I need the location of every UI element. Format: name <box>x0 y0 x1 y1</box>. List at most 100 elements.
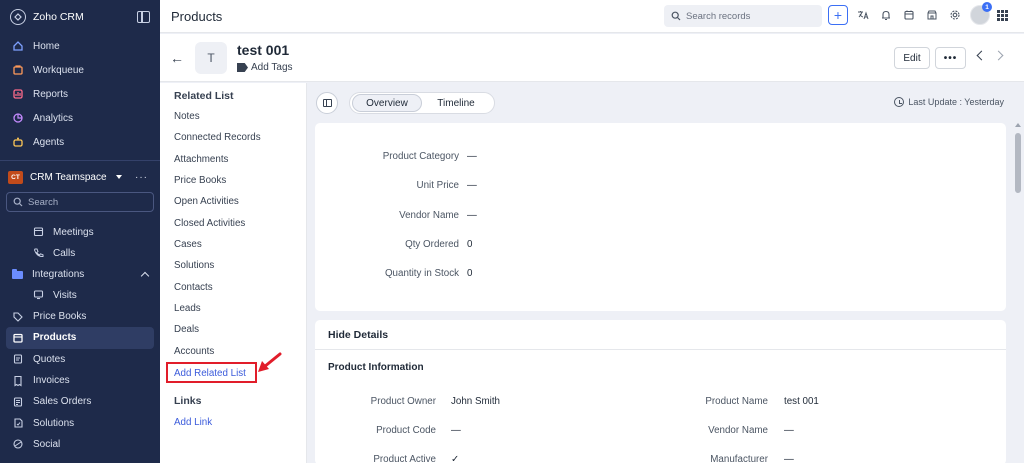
scroll-up-icon[interactable] <box>1015 123 1021 127</box>
back-arrow-icon[interactable]: ← <box>170 50 184 66</box>
field-value[interactable]: John Smith <box>451 396 500 407</box>
related-item-attachments[interactable]: Attachments <box>174 154 228 165</box>
field-value[interactable]: — <box>467 210 477 221</box>
record-title: test 001 <box>237 42 290 58</box>
search-placeholder: Search records <box>686 10 751 22</box>
related-item-accounts[interactable]: Accounts <box>174 346 214 357</box>
sidebar-item-price-books[interactable]: Price Books <box>0 306 160 327</box>
nav-analytics[interactable]: Analytics <box>0 106 160 130</box>
related-item-price-books[interactable]: Price Books <box>174 175 226 186</box>
field-label: Product Code <box>376 425 436 436</box>
nav-label: Reports <box>33 88 69 100</box>
field-label: Vendor Name <box>708 425 768 436</box>
nav-workqueue[interactable]: Workqueue <box>0 58 160 82</box>
sidebar-item-calls[interactable]: Calls <box>0 243 160 264</box>
teamspace-more-button[interactable]: ··· <box>135 172 148 183</box>
add-link-link[interactable]: Add Link <box>174 417 212 428</box>
calendar-icon[interactable] <box>901 7 917 23</box>
field-value[interactable]: — <box>467 180 477 191</box>
agents-icon <box>12 136 24 148</box>
clock-icon <box>894 97 905 107</box>
scrollbar-thumb[interactable] <box>1015 133 1021 193</box>
related-item-notes[interactable]: Notes <box>174 111 200 122</box>
sidebar-item-invoices[interactable]: Invoices <box>0 370 160 391</box>
last-update: Last Update : Yesterday <box>894 97 1004 107</box>
sidebar-item-social[interactable]: Social <box>0 434 160 455</box>
phone-icon <box>33 247 44 261</box>
highlight-box <box>166 362 257 383</box>
field-value[interactable]: — <box>784 454 794 463</box>
top-header: Products Search records + 1 <box>160 0 1024 33</box>
add-tags-button[interactable]: Add Tags <box>237 62 293 73</box>
field-value[interactable]: ✓ <box>451 454 459 463</box>
field-value[interactable]: — <box>784 425 794 436</box>
nav-home[interactable]: Home <box>0 34 160 58</box>
related-item-cases[interactable]: Cases <box>174 239 202 250</box>
tab-bar: Overview Timeline Last Update : Yesterda… <box>308 83 1024 121</box>
teamspace-name: CRM Teamspace <box>30 171 107 183</box>
related-item-contacts[interactable]: Contacts <box>174 282 213 293</box>
related-item-closed-activities[interactable]: Closed Activities <box>174 218 245 229</box>
tabs: Overview Timeline <box>349 92 495 114</box>
apps-grid-icon[interactable] <box>997 9 1008 21</box>
divider <box>315 349 1006 350</box>
collapse-sidebar-icon[interactable] <box>137 10 150 23</box>
sidebar-item-label: Products <box>33 332 77 344</box>
field-label: Qty Ordered <box>405 239 459 250</box>
related-item-solutions[interactable]: Solutions <box>174 260 214 271</box>
record-avatar: T <box>195 42 227 74</box>
related-list-panel: Related List Notes Connected Records Att… <box>160 83 307 463</box>
sidebar-item-products[interactable]: Products <box>6 327 154 349</box>
search-records-input[interactable]: Search records <box>664 5 822 27</box>
nav-reports[interactable]: Reports <box>0 82 160 106</box>
nav-agents[interactable]: Agents <box>0 130 160 154</box>
create-button[interactable]: + <box>828 5 848 25</box>
sidebar-item-solutions[interactable]: Solutions <box>0 412 160 433</box>
chevron-up-icon[interactable] <box>140 271 150 281</box>
brand[interactable]: Zoho CRM <box>0 0 160 33</box>
brand-name: Zoho CRM <box>33 10 84 23</box>
field-value[interactable]: — <box>467 151 477 162</box>
solutions-icon <box>12 417 24 429</box>
tab-overview[interactable]: Overview <box>352 94 422 112</box>
sidebar-item-sales-orders[interactable]: Sales Orders <box>0 391 160 412</box>
gear-icon[interactable] <box>947 7 963 23</box>
sidebar-item-visits[interactable]: Visits <box>0 285 160 306</box>
related-item-connected-records[interactable]: Connected Records <box>174 132 261 143</box>
sidebar-group-integrations[interactable]: Integrations <box>0 264 160 285</box>
sidebar-item-label: Solutions <box>33 417 75 429</box>
scrollbar[interactable] <box>1014 121 1022 463</box>
sidebar-search-input[interactable]: Search <box>6 192 154 212</box>
teamspace-switcher[interactable]: CT CRM Teamspace ··· <box>0 165 160 189</box>
toggle-related-panel-button[interactable] <box>316 92 338 114</box>
more-actions-button[interactable]: ••• <box>935 47 966 69</box>
related-item-deals[interactable]: Deals <box>174 324 199 335</box>
field-label: Product Category <box>382 151 459 162</box>
nav-label: Agents <box>33 136 65 148</box>
edit-button[interactable]: Edit <box>894 47 930 69</box>
sidebar-item-label: Sales Orders <box>33 396 92 408</box>
related-list-heading: Related List <box>174 90 234 102</box>
field-value[interactable]: 0 <box>467 268 472 279</box>
field-value[interactable]: test 001 <box>784 396 819 407</box>
avatar[interactable]: 1 <box>970 2 992 25</box>
related-item-open-activities[interactable]: Open Activities <box>174 196 239 207</box>
field-value[interactable]: 0 <box>467 239 472 250</box>
hide-details-button[interactable]: Hide Details <box>328 329 388 341</box>
related-item-leads[interactable]: Leads <box>174 303 201 314</box>
translate-icon[interactable] <box>855 7 871 23</box>
sidebar: Zoho CRM Home Workqueue Reports Analytic… <box>0 0 160 463</box>
details-card: Hide Details Product Information Product… <box>315 320 1006 463</box>
field-label: Product Owner <box>370 396 436 407</box>
field-value[interactable]: — <box>451 425 461 436</box>
marketplace-icon[interactable] <box>924 7 940 23</box>
search-icon <box>671 11 681 21</box>
previous-record-icon[interactable] <box>976 50 987 61</box>
tab-timeline[interactable]: Timeline <box>422 94 490 112</box>
sidebar-item-meetings[interactable]: Meetings <box>0 222 160 243</box>
add-tags-label: Add Tags <box>251 62 293 73</box>
last-update-text: Last Update : Yesterday <box>908 97 1004 107</box>
sidebar-item-quotes[interactable]: Quotes <box>0 349 160 370</box>
bell-icon[interactable] <box>878 7 894 23</box>
next-record-icon[interactable] <box>993 50 1004 61</box>
